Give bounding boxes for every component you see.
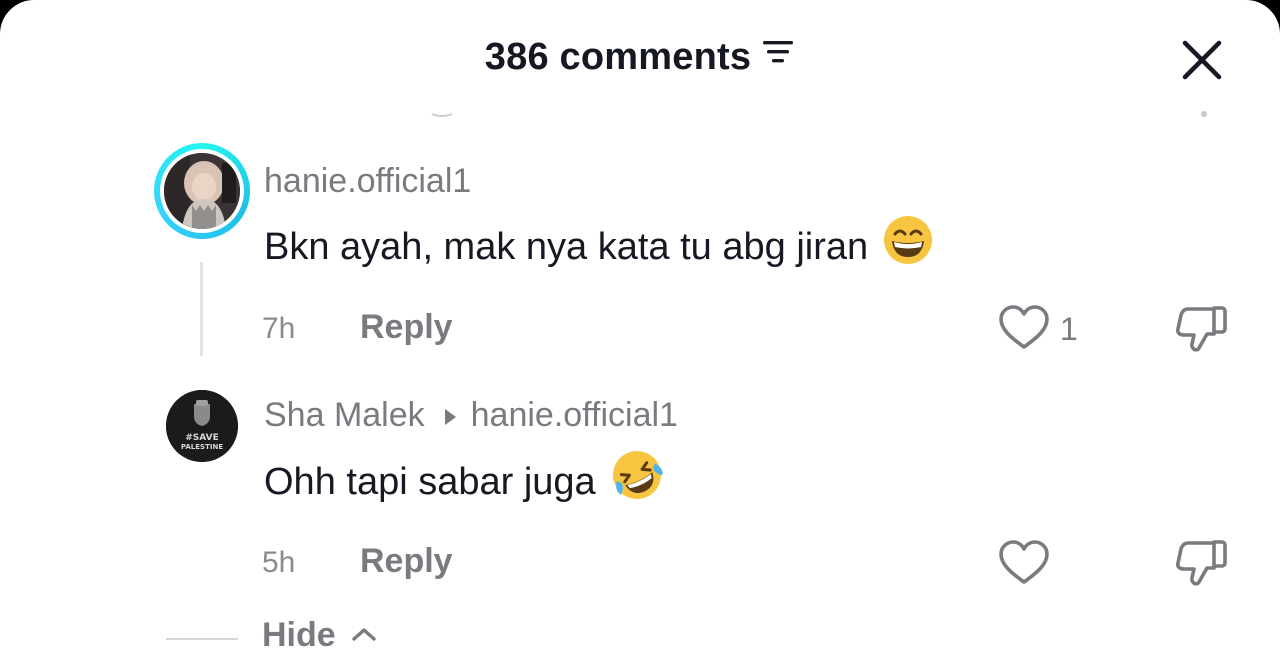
sort-filter-icon[interactable] <box>761 34 795 77</box>
comment-body: Ohh tapi sabar juga <box>264 461 596 504</box>
grinning-face-emoji-icon <box>882 214 934 276</box>
heart-icon <box>999 305 1049 349</box>
hide-replies-button[interactable]: Hide <box>262 616 377 652</box>
comment-username[interactable]: Sha Malek <box>264 396 425 434</box>
reply-button[interactable]: Reply <box>360 308 453 347</box>
divider <box>166 638 238 640</box>
dislike-button[interactable] <box>1176 304 1228 354</box>
comment-text: Ohh tapi sabar juga <box>264 451 664 512</box>
comment-text: Bkn ayah, mak nya kata tu abg jiran <box>264 216 934 276</box>
rolling-laughing-emoji-icon <box>610 448 664 512</box>
comment-username[interactable]: hanie.official1 <box>264 162 471 201</box>
avatar-text-line1: #SAVE <box>185 433 219 443</box>
hide-label: Hide <box>262 616 336 652</box>
avatar[interactable]: #SAVE PALESTINE <box>166 390 238 462</box>
thumbs-down-icon <box>1176 540 1227 586</box>
like-count: 1 <box>1060 311 1078 347</box>
thread-line <box>200 262 203 356</box>
reply-button[interactable]: Reply <box>360 542 453 581</box>
chevron-up-icon <box>352 628 376 641</box>
avatar-text-line2: PALESTINE <box>181 443 223 451</box>
heart-icon <box>999 540 1049 584</box>
dislike-button[interactable] <box>1176 538 1228 588</box>
reply-to-arrow-icon <box>443 396 457 435</box>
like-button[interactable] <box>998 305 1050 351</box>
avatar[interactable] <box>164 153 240 229</box>
close-icon <box>1182 40 1222 80</box>
scrolled-content-remnant <box>0 100 1280 120</box>
comments-sheet: 386 comments hanie.official1 Bkn ayah, m… <box>0 0 1280 652</box>
comment-timestamp: 5h <box>262 546 296 579</box>
thumbs-down-icon <box>1176 306 1227 352</box>
comment-body: Bkn ayah, mak nya kata tu abg jiran <box>264 226 869 269</box>
comments-header: 386 comments <box>0 36 1280 79</box>
comments-count-title: 386 comments <box>484 36 752 78</box>
comment-timestamp: 7h <box>262 312 296 345</box>
reply-to-username[interactable]: hanie.official1 <box>471 396 678 434</box>
close-button[interactable] <box>1180 38 1224 82</box>
comment-username-row: Sha Malek hanie.official1 <box>264 396 678 435</box>
like-button[interactable] <box>998 540 1050 586</box>
